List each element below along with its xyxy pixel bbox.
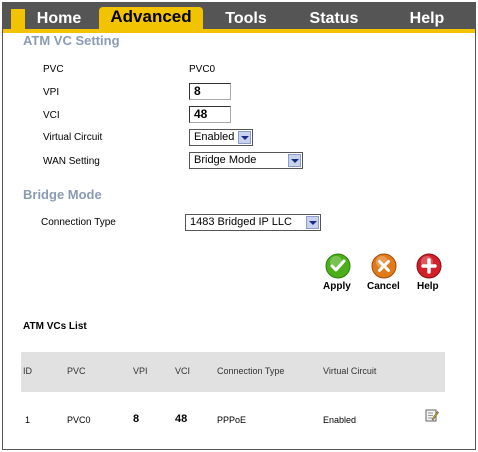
col-header-connection-type: Connection Type [217, 366, 285, 376]
wan-setting-value: Bridge Mode [194, 154, 257, 166]
vpi-input[interactable]: 8 [189, 83, 231, 100]
pvc-label: PVC [43, 64, 64, 75]
col-header-vci: VCI [175, 366, 191, 376]
virtual-circuit-label: Virtual Circuit [43, 132, 103, 143]
row-pvc: PVC0 [67, 415, 91, 425]
tab-help[interactable]: Help [387, 9, 467, 29]
atm-vcs-list-title: ATM VCs List [23, 321, 87, 332]
tab-edge-left [11, 9, 25, 29]
cancel-x-icon [371, 253, 397, 279]
col-header-id: ID [23, 366, 32, 376]
row-vpi: 8 [133, 413, 140, 425]
row-vci: 48 [175, 413, 188, 425]
vci-label: VCI [43, 110, 60, 121]
edit-icon[interactable] [425, 408, 439, 422]
tab-status[interactable]: Status [289, 9, 379, 29]
row-id: 1 [25, 415, 31, 425]
checkmark-icon [325, 253, 351, 279]
wan-setting-select[interactable]: Bridge Mode [189, 152, 303, 169]
virtual-circuit-value: Enabled [194, 131, 235, 143]
tab-bar: Home Advanced Tools Status Help [3, 3, 475, 29]
connection-type-label: Connection Type [41, 217, 116, 228]
help-label: Help [417, 281, 439, 292]
pvc-value: PVC0 [189, 64, 216, 75]
tab-home[interactable]: Home [25, 9, 93, 29]
window-frame: Home Advanced Tools Status Help ATM VC S… [2, 2, 476, 450]
row-connection-type: PPPoE [217, 415, 247, 425]
connection-type-value: 1483 Bridged IP LLC [190, 216, 292, 228]
col-header-pvc: PVC [67, 366, 86, 376]
cancel-label: Cancel [367, 281, 400, 292]
apply-label: Apply [323, 281, 351, 292]
wan-setting-label: WAN Setting [43, 156, 100, 167]
tab-advanced[interactable]: Advanced [99, 7, 203, 29]
tab-tools[interactable]: Tools [211, 9, 281, 29]
vpi-label: VPI [43, 87, 60, 98]
bridge-section-title: Bridge Mode [23, 187, 102, 202]
chevron-down-icon [288, 154, 301, 167]
virtual-circuit-select[interactable]: Enabled [189, 129, 253, 146]
help-plus-icon [416, 253, 442, 279]
connection-type-select[interactable]: 1483 Bridged IP LLC [185, 214, 321, 231]
chevron-down-icon [238, 131, 251, 144]
row-virtual-circuit: Enabled [323, 415, 357, 425]
col-header-virtual-circuit: Virtual Circuit [323, 366, 377, 376]
chevron-down-icon [306, 216, 319, 229]
vci-input[interactable]: 48 [189, 106, 231, 123]
col-header-vpi: VPI [133, 366, 148, 376]
atm-section-title: ATM VC Setting [23, 33, 120, 48]
